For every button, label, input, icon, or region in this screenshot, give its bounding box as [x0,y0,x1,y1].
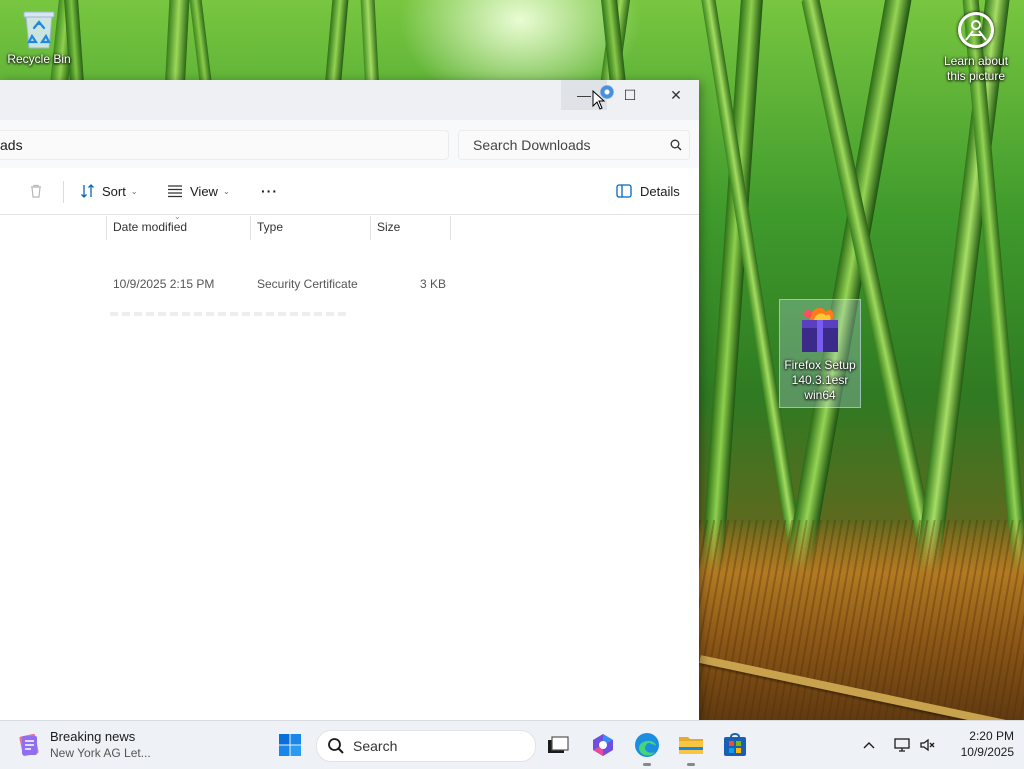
column-divider[interactable] [250,216,251,240]
learn-about-picture-label: Learn about this picture [943,54,1009,83]
view-list-icon [168,185,182,198]
column-header-type[interactable]: Type [257,214,283,240]
installer-box-icon [796,302,844,354]
chevron-down-icon: ⌄ [130,186,138,196]
column-header-size[interactable]: Size [377,214,400,240]
recycle-bin-desktop-icon[interactable]: Recycle Bin [6,8,72,67]
clock-date: 10/9/2025 [960,745,1014,759]
details-label: Details [640,183,680,199]
edge-button[interactable] [633,731,661,759]
camera-info-icon [958,12,994,48]
store-icon [724,733,746,756]
see-more-button[interactable]: ··· [261,168,278,214]
trash-icon [31,184,41,198]
mouse-cursor-icon [592,90,606,110]
windows-logo-icon [279,734,301,756]
news-headline: Breaking news [50,729,136,744]
store-button[interactable] [721,731,749,759]
task-view-button[interactable] [544,731,572,759]
task-view-icon [548,736,569,753]
clock[interactable]: 2:20 PM 10/9/2025 [940,728,1014,760]
details-pane-button[interactable]: Details [616,168,680,214]
edge-running-indicator [643,763,651,766]
file-size: 3 KB [420,277,447,291]
folder-icon [679,737,703,754]
column-header-type-label: Type [257,220,284,234]
details-pane-icon [616,184,632,198]
close-button[interactable]: ✕ [653,80,699,110]
firefox-setup-label: Firefox Setup 140.3.1esr win64 [784,358,856,402]
explorer-running-indicator [687,763,695,766]
view-label: View [190,183,218,199]
news-icon [16,732,42,758]
learn-about-picture-desktop-icon[interactable]: Learn about this picture [935,12,1017,84]
recycle-bin-label: Recycle Bin [7,52,71,66]
copilot-button[interactable] [589,731,617,759]
file-explorer-window: — ☐ ✕ ads Search Downloads Sort ⌄ View ⌄… [0,80,699,720]
show-hidden-icons-chevron-icon[interactable] [858,741,880,749]
column-header-size-label: Size [377,220,401,234]
network-icon[interactable] [888,737,916,753]
column-header-date-modified-label: Date modified [113,220,188,234]
start-button[interactable] [278,733,302,757]
maximize-icon: ☐ [623,86,637,103]
sort-button[interactable]: Sort ⌄ [80,168,138,214]
column-divider[interactable] [106,216,107,240]
column-header-date-modified[interactable]: Date modified [113,214,187,240]
system-tray [858,733,938,757]
address-bar-row: ads Search Downloads [0,120,699,169]
sort-label: Sort [102,183,126,199]
copilot-icon [593,734,613,756]
more-icon: ··· [261,183,278,199]
file-row[interactable]: 10/9/2025 2:15 PM Security Certificate 3… [0,273,699,295]
taskbar-search-box[interactable]: Search [316,730,536,762]
taskbar-search-label: Search [353,738,398,754]
column-divider[interactable] [450,216,451,240]
edge-icon [635,733,659,757]
recycle-bin-icon [21,8,57,50]
file-date-modified: 10/9/2025 2:15 PM [113,277,215,291]
column-divider[interactable] [370,216,371,240]
address-breadcrumb: ads [0,137,23,153]
command-bar: Sort ⌄ View ⌄ ··· Details [0,168,699,215]
minimize-icon: — [577,87,591,103]
news-widget[interactable]: Breaking news New York AG Let... [16,727,151,763]
fading-row-placeholder [110,312,350,316]
sort-icon [81,184,94,198]
volume-muted-icon[interactable] [916,737,938,753]
delete-button[interactable] [28,168,44,214]
file-explorer-button[interactable] [677,731,705,759]
news-subtext: New York AG Let... [50,746,151,760]
chevron-down-icon: ⌄ [222,186,230,196]
column-headers: ⌄ Date modified Type Size [0,212,699,242]
search-icon[interactable] [663,139,689,151]
search-placeholder: Search Downloads [473,137,591,153]
taskbar: Breaking news New York AG Let... Search [0,720,1024,769]
toolbar-separator [63,181,64,203]
search-downloads-input[interactable]: Search Downloads [458,130,690,160]
close-icon: ✕ [670,86,682,103]
clock-time: 2:20 PM [969,729,1014,743]
file-type: Security Certificate [257,277,358,291]
maximize-button[interactable]: ☐ [607,80,653,110]
search-icon [328,738,344,754]
view-button[interactable]: View ⌄ [167,168,230,214]
address-bar[interactable]: ads [0,130,449,160]
firefox-setup-desktop-icon[interactable]: Firefox Setup 140.3.1esr win64 [779,299,861,408]
